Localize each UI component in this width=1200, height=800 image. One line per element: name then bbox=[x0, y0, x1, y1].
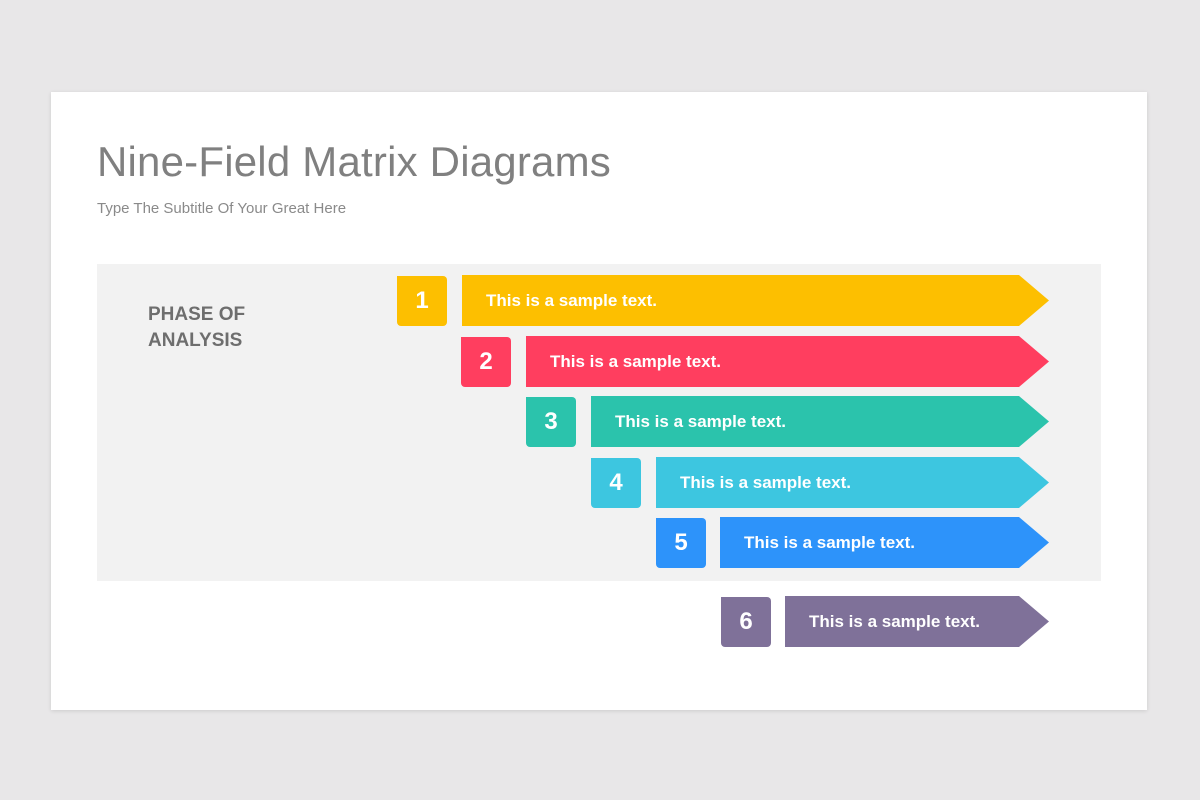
step-5-arrow: This is a sample text. bbox=[720, 517, 1049, 568]
phase-label: PHASE OF ANALYSIS bbox=[148, 304, 246, 351]
step-1-number: 1 bbox=[397, 276, 447, 326]
step-3-arrow: This is a sample text. bbox=[591, 396, 1049, 447]
step-2-arrow: This is a sample text. bbox=[526, 336, 1049, 387]
step-1-arrow: This is a sample text. bbox=[462, 275, 1049, 326]
step-4-arrow: This is a sample text. bbox=[656, 457, 1049, 508]
slide-title: Nine-Field Matrix Diagrams bbox=[97, 138, 611, 185]
slide: Nine-Field Matrix Diagrams Type The Subt… bbox=[51, 92, 1147, 710]
step-6-number: 6 bbox=[721, 597, 771, 647]
step-2-number: 2 bbox=[461, 337, 511, 387]
slide-subtitle: Type The Subtitle Of Your Great Here bbox=[97, 200, 347, 217]
step-3-number: 3 bbox=[526, 397, 576, 447]
step-4-number: 4 bbox=[591, 458, 641, 508]
step-6-arrow: This is a sample text. bbox=[785, 596, 1049, 647]
step-5-number: 5 bbox=[656, 518, 706, 568]
